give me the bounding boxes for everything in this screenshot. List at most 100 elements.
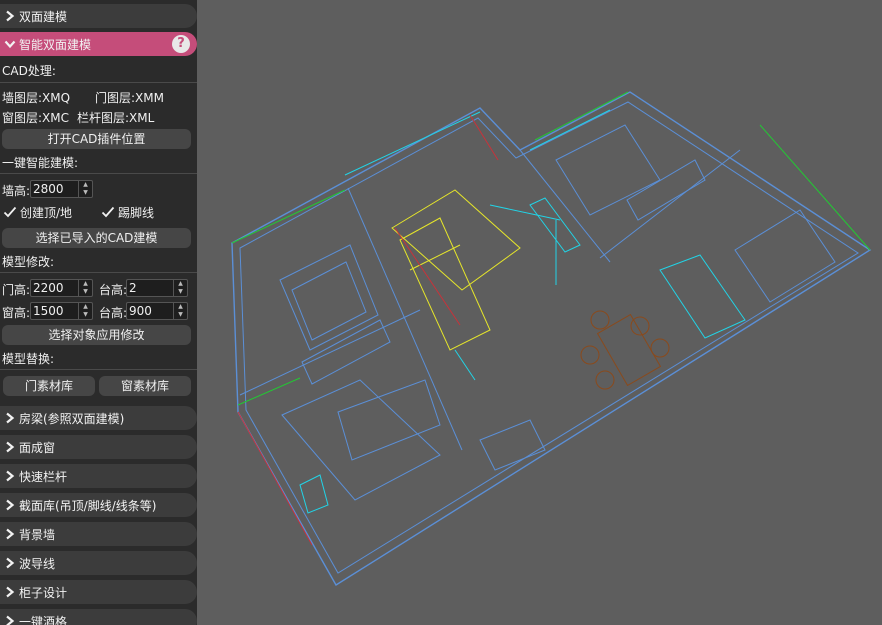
door-height-value: 2200 bbox=[33, 281, 64, 295]
checkmark-icon bbox=[101, 206, 115, 219]
window-library-button[interactable]: 窗素材库 bbox=[99, 376, 191, 396]
divider bbox=[0, 82, 197, 83]
chevron-right-icon bbox=[4, 441, 16, 453]
kitchen-counter bbox=[399, 217, 491, 351]
select-imported-cad-button[interactable]: 选择已导入的CAD建模 bbox=[2, 228, 191, 248]
section-label: 柜子设计 bbox=[19, 585, 68, 600]
door-line bbox=[454, 349, 476, 381]
checkbox-label: 踢脚线 bbox=[118, 206, 155, 220]
section-section-lib[interactable]: 截面库(吊顶/脚线/线条等) bbox=[0, 493, 197, 517]
checkbox-label: 创建顶/地 bbox=[20, 206, 73, 220]
cabinet bbox=[659, 254, 746, 339]
spinner-arrows-icon[interactable]: ▲ ▼ bbox=[78, 181, 92, 197]
spinner-arrows-icon[interactable]: ▲ ▼ bbox=[78, 303, 92, 319]
section-label: 背景墙 bbox=[19, 527, 56, 542]
outer-wall-inner bbox=[239, 101, 859, 574]
section-last[interactable]: 一键酒格 bbox=[0, 609, 197, 625]
model-replace-label: 模型替换: bbox=[2, 352, 55, 366]
red-wall bbox=[237, 411, 313, 546]
window-sill-value: 900 bbox=[129, 304, 152, 318]
bed bbox=[555, 124, 661, 216]
section-cabinet[interactable]: 柜子设计 bbox=[0, 580, 197, 604]
section-face-window[interactable]: 面成窗 bbox=[0, 435, 197, 459]
help-icon[interactable]: ? bbox=[172, 35, 190, 53]
cad-process-label: CAD处理: bbox=[2, 64, 56, 78]
section-label: 双面建模 bbox=[19, 9, 68, 24]
open-cad-plugin-button[interactable]: 打开CAD插件位置 bbox=[2, 129, 191, 149]
floor-plan-drawing bbox=[231, 91, 872, 586]
chevron-down-icon bbox=[4, 38, 16, 50]
door-sill-value: 2 bbox=[129, 281, 137, 295]
cabinet bbox=[529, 197, 581, 253]
window-height-input[interactable]: 1500 ▲ ▼ bbox=[30, 302, 93, 320]
chair bbox=[580, 345, 600, 365]
section-label: 快速栏杆 bbox=[19, 469, 68, 484]
side-panel: 双面建模 智能双面建模 ? CAD处理: 墙图层:XMQ 门图层:XMM 窗图层… bbox=[0, 0, 197, 625]
wall-height-label: 墙高: bbox=[2, 184, 31, 198]
chevron-right-icon bbox=[4, 470, 16, 482]
door-library-button[interactable]: 门素材库 bbox=[3, 376, 95, 396]
chevron-right-icon bbox=[4, 615, 16, 625]
skirting-checkbox[interactable]: 踢脚线 bbox=[101, 204, 155, 221]
bed bbox=[734, 209, 836, 303]
door-height-input[interactable]: 2200 ▲ ▼ bbox=[30, 279, 93, 297]
outer-wall bbox=[231, 91, 872, 586]
chevron-right-icon bbox=[4, 557, 16, 569]
section-wave-line[interactable]: 波导线 bbox=[0, 551, 197, 575]
chevron-right-icon bbox=[4, 412, 16, 424]
chevron-right-icon bbox=[4, 586, 16, 598]
green-wall bbox=[534, 91, 629, 141]
section-bg-wall[interactable]: 背景墙 bbox=[0, 522, 197, 546]
window-height-value: 1500 bbox=[33, 304, 64, 318]
checkmark-icon bbox=[3, 206, 17, 219]
partition bbox=[519, 149, 611, 263]
sofa-line bbox=[489, 204, 561, 221]
door-height-label: 门高: bbox=[2, 283, 31, 297]
section-label: 截面库(吊顶/脚线/线条等) bbox=[19, 498, 157, 513]
spinner-arrows-icon[interactable]: ▲ ▼ bbox=[78, 280, 92, 296]
chevron-right-icon bbox=[4, 528, 16, 540]
section-rail[interactable]: 快速栏杆 bbox=[0, 464, 197, 488]
spinner-arrows-icon[interactable]: ▲ ▼ bbox=[173, 280, 187, 296]
door-layer-label: 门图层:XMM bbox=[95, 91, 164, 105]
section-label: 波导线 bbox=[19, 556, 56, 571]
section-smart-double-face[interactable]: 智能双面建模 ? bbox=[0, 32, 197, 56]
spinner-arrows-icon[interactable]: ▲ ▼ bbox=[173, 303, 187, 319]
bath bbox=[299, 474, 329, 514]
partition bbox=[599, 149, 741, 259]
chair bbox=[650, 338, 670, 358]
divider bbox=[0, 272, 197, 273]
wall-layer-label: 墙图层:XMQ bbox=[2, 91, 71, 105]
section-beam[interactable]: 房梁(参照双面建模) bbox=[0, 406, 197, 430]
apply-modify-button[interactable]: 选择对象应用修改 bbox=[2, 325, 191, 345]
chevron-right-icon bbox=[4, 499, 16, 511]
cad-viewport[interactable] bbox=[197, 0, 882, 625]
window-sill-label: 台高: bbox=[99, 306, 128, 320]
section-label: 面成窗 bbox=[19, 440, 56, 455]
wardrobe bbox=[626, 159, 706, 221]
divider bbox=[0, 369, 197, 370]
red-wall bbox=[394, 227, 461, 326]
kitchen-counter bbox=[391, 189, 521, 291]
green-wall bbox=[231, 189, 346, 244]
partition bbox=[347, 187, 463, 451]
section-label: 一键酒格 bbox=[19, 614, 68, 625]
green-wall bbox=[759, 124, 871, 251]
model-modify-label: 模型修改: bbox=[2, 255, 55, 269]
window bbox=[529, 109, 611, 151]
window-height-label: 窗高: bbox=[2, 306, 31, 320]
wardrobe bbox=[301, 319, 391, 385]
door-sill-label: 台高: bbox=[99, 283, 128, 297]
wall-height-input[interactable]: 2800 ▲ ▼ bbox=[30, 180, 93, 198]
wall-height-value: 2800 bbox=[33, 182, 64, 196]
chevron-right-icon bbox=[4, 10, 16, 22]
window bbox=[344, 111, 481, 176]
section-label: 智能双面建模 bbox=[19, 37, 92, 52]
chair bbox=[595, 370, 615, 390]
window-sill-input[interactable]: 900 ▲ ▼ bbox=[126, 302, 188, 320]
door-sill-input[interactable]: 2 ▲ ▼ bbox=[126, 279, 188, 297]
chair bbox=[590, 310, 610, 330]
create-top-bottom-checkbox[interactable]: 创建顶/地 bbox=[3, 204, 73, 221]
section-double-face[interactable]: 双面建模 bbox=[0, 4, 197, 28]
divider bbox=[0, 173, 197, 174]
